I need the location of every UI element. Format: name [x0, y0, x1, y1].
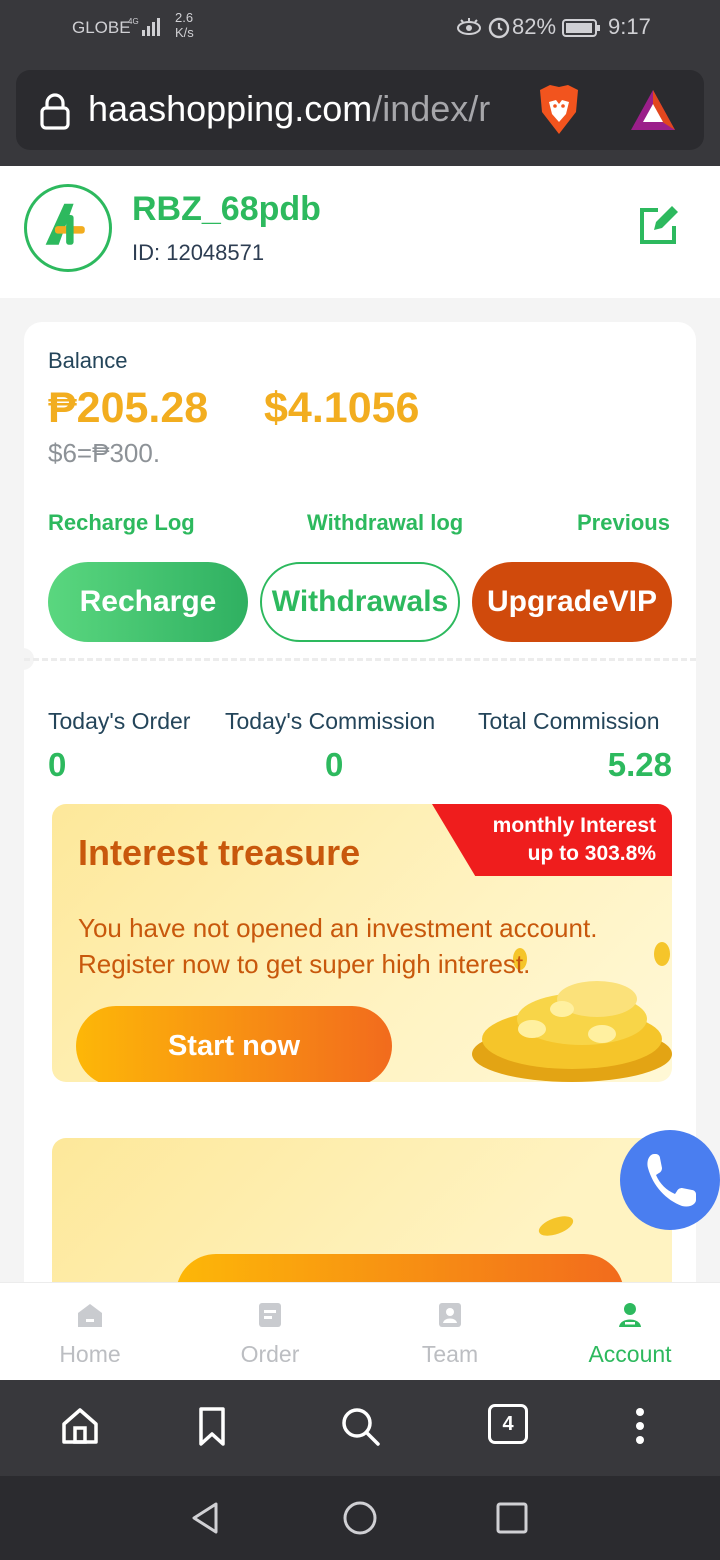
- balance-label: Balance: [48, 348, 128, 373]
- status-bar: GLOBE 4G 2.6 K/s 82% 9:17: [0, 0, 720, 56]
- tab-team-label: Team: [421, 1341, 479, 1367]
- tab-count: 4: [488, 1404, 528, 1444]
- todays-commission-value: 0: [325, 746, 344, 783]
- user-id: ID: 12048571: [132, 240, 265, 265]
- dashed-divider: [24, 658, 696, 661]
- lock-icon[interactable]: [38, 92, 72, 130]
- todays-commission-label: Today's Commission: [225, 708, 436, 734]
- browser-toolbar: haashopping.com/index/r: [0, 56, 720, 166]
- more-menu-icon[interactable]: [618, 1404, 662, 1448]
- tab-home[interactable]: Home: [0, 1283, 180, 1381]
- battery-percent: 82%: [512, 14, 557, 39]
- order-icon: [259, 1303, 281, 1327]
- call-support-button[interactable]: [620, 1130, 720, 1230]
- home-icon: [78, 1304, 102, 1327]
- address-bar[interactable]: haashopping.com/index/r: [16, 70, 704, 150]
- tab-order-label: Order: [240, 1341, 300, 1367]
- promo-description: You have not opened an investment accoun…: [78, 913, 598, 979]
- url-text[interactable]: haashopping.com/index/r: [88, 88, 528, 130]
- network-speed: 2.6 K/s: [175, 10, 194, 40]
- signal-icon: 4G: [128, 17, 160, 36]
- recharge-log-link[interactable]: Recharge Log: [48, 510, 195, 536]
- home-icon[interactable]: [58, 1404, 102, 1448]
- clock: 9:17: [608, 14, 651, 39]
- network-speed-unit: K/s: [175, 25, 194, 40]
- exchange-rate: $6=₱300.: [48, 438, 161, 468]
- avatar[interactable]: [24, 184, 112, 272]
- search-icon[interactable]: [338, 1404, 382, 1448]
- account-card: Balance ₱205.28 $4.1056 $6=₱300. Recharg…: [12, 322, 696, 1338]
- withdrawals-button[interactable]: Withdrawals: [260, 562, 460, 642]
- withdrawal-log-link[interactable]: Withdrawal log: [307, 510, 463, 536]
- gold-coin-icon: [538, 1216, 574, 1236]
- home-circle-icon[interactable]: [342, 1500, 378, 1536]
- tab-account[interactable]: Account: [540, 1283, 720, 1381]
- alarm-icon: [488, 17, 510, 39]
- network-speed-value: 2.6: [175, 10, 194, 25]
- url-host: haashopping.com: [88, 88, 373, 129]
- eye-comfort-icon: [457, 18, 481, 35]
- promo-title: Interest treasure: [78, 832, 361, 873]
- balance-peso: ₱205.28: [48, 384, 209, 432]
- interest-treasure-banner[interactable]: monthly Interest up to 303.8% Interest t…: [52, 804, 672, 1082]
- balance-usd: $4.1056: [264, 384, 420, 432]
- account-icon: [619, 1303, 641, 1327]
- todays-order-value: 0: [48, 746, 67, 783]
- tab-account-label: Account: [588, 1341, 672, 1367]
- bookmark-icon[interactable]: [190, 1404, 234, 1448]
- upgrade-vip-button[interactable]: UpgradeVIP: [472, 562, 672, 642]
- edit-profile-icon[interactable]: [636, 204, 680, 248]
- total-commission-value: 5.28: [607, 746, 672, 783]
- tab-home-label: Home: [59, 1341, 121, 1367]
- tab-order[interactable]: Order: [180, 1283, 360, 1381]
- todays-order-label: Today's Order: [48, 708, 191, 734]
- badge-line-1: monthly Interest: [492, 814, 656, 837]
- badge-line-2: up to 303.8%: [527, 842, 656, 865]
- interest-rate-badge: monthly Interest up to 303.8%: [432, 804, 672, 876]
- browser-bottom-toolbar: 4: [0, 1380, 720, 1476]
- recents-icon[interactable]: [494, 1500, 530, 1536]
- back-icon[interactable]: [188, 1500, 224, 1536]
- tabs-button[interactable]: 4: [488, 1404, 532, 1448]
- carrier-label: GLOBE: [72, 18, 131, 37]
- brave-shield-icon[interactable]: [534, 82, 584, 138]
- total-commission-label: Total Commission: [478, 708, 660, 734]
- phone-icon: [647, 1154, 696, 1207]
- svg-text:4G: 4G: [128, 17, 139, 26]
- avatar-logo-icon: [45, 203, 85, 245]
- recharge-button[interactable]: Recharge: [48, 562, 248, 642]
- team-icon: [439, 1303, 461, 1327]
- bat-rewards-icon[interactable]: [628, 86, 678, 134]
- profile-header: RBZ_68pdb ID: 12048571: [0, 166, 720, 298]
- start-now-button[interactable]: Start now: [76, 1006, 392, 1082]
- url-path: /index/r: [372, 88, 491, 129]
- tab-team[interactable]: Team: [360, 1283, 540, 1381]
- username: RBZ_68pdb: [132, 190, 321, 228]
- system-navigation-bar: [0, 1476, 720, 1560]
- previous-link[interactable]: Previous: [577, 510, 670, 536]
- battery-icon: [562, 19, 600, 37]
- bottom-tab-bar: Home Order Team Account: [0, 1282, 720, 1380]
